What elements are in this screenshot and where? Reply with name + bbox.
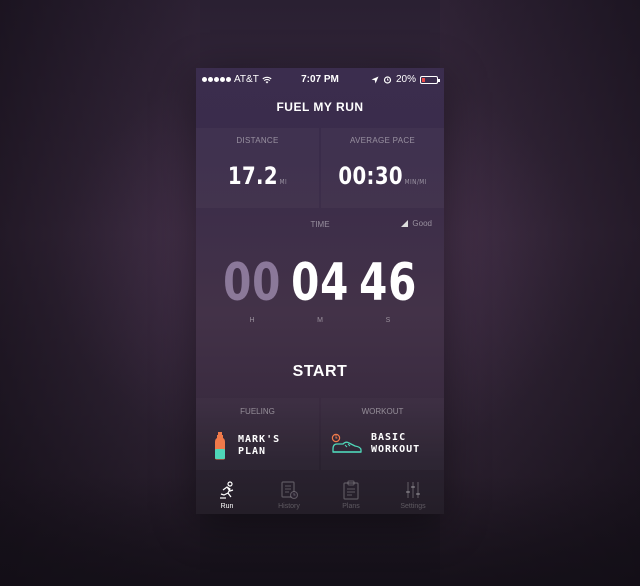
tab-bar: Run History Plans Settings — [196, 472, 444, 514]
fueling-plan-line2: PLAN — [238, 446, 267, 457]
gps-signal-status: Good — [412, 219, 432, 228]
battery-fill — [422, 77, 425, 82]
tab-history-label: History — [278, 503, 300, 510]
fueling-label: FUELING — [240, 407, 275, 416]
workout-label: WORKOUT — [361, 407, 404, 416]
battery-percent: 20% — [395, 74, 416, 85]
pace-value: 00:30 — [338, 162, 404, 190]
timer-minutes: 04 M — [290, 253, 350, 324]
timer-hours-letter: H — [249, 317, 255, 324]
distance-value: 17.2 — [227, 162, 279, 190]
clipboard-icon — [343, 480, 359, 500]
timer-seconds: 46 S — [358, 253, 418, 324]
fueling-plan-title: MARK'S PLAN — [238, 434, 280, 458]
fueling-panel[interactable]: FUELING MARK'S PLAN — [196, 398, 319, 470]
tab-settings-label: Settings — [400, 503, 426, 510]
tab-plans[interactable]: Plans — [320, 472, 382, 514]
app-title: FUEL MY RUN — [276, 100, 364, 114]
distance-unit: MI — [279, 178, 288, 186]
status-right: 20% — [371, 74, 440, 85]
timer-hours: 00 H — [222, 253, 282, 324]
tab-history[interactable]: History — [258, 472, 320, 514]
pace-label: AVERAGE PACE — [349, 136, 416, 145]
battery-icon — [420, 75, 440, 84]
timer-minutes-letter: M — [317, 317, 323, 324]
elapsed-timer: 00 H 04 M 46 S — [196, 255, 444, 324]
alarm-icon — [383, 76, 392, 84]
fueling-plan-line1: MARK'S — [238, 434, 281, 445]
distance-label: DISTANCE — [236, 136, 279, 145]
location-arrow-icon — [371, 76, 379, 83]
workout-line2: WORKOUT — [371, 444, 421, 455]
tab-run-label: Run — [220, 503, 234, 510]
shoe-icon — [331, 433, 362, 453]
workout-title: BASIC WORKOUT — [371, 432, 420, 456]
tab-settings[interactable]: Settings — [382, 472, 444, 514]
bottle-icon — [215, 432, 225, 460]
tab-run[interactable]: Run — [196, 472, 258, 514]
timer-seconds-letter: S — [385, 317, 391, 324]
status-bar: AT&T 7:07 PM 20% — [196, 68, 444, 90]
workout-content: BASIC WORKOUT — [331, 432, 420, 456]
timer-minutes-value: 04 — [290, 253, 350, 313]
runner-icon — [220, 481, 234, 499]
pace-value-wrap: 00:30 MIN/MI — [332, 162, 433, 190]
phone-screen: AT&T 7:07 PM 20% FUEL MY RUN DISTANCE 17… — [196, 68, 444, 514]
tab-plans-label: Plans — [342, 503, 360, 510]
pace-unit: MIN/MI — [404, 178, 427, 186]
fueling-content: MARK'S PLAN — [214, 432, 280, 460]
workout-line1: BASIC — [371, 432, 407, 443]
gps-signal-icon — [401, 220, 409, 227]
gps-signal-indicator: Good — [401, 219, 432, 228]
start-button[interactable]: START — [196, 355, 444, 389]
distance-panel: DISTANCE 17.2 MI — [196, 128, 319, 208]
distance-value-wrap: 17.2 MI — [207, 162, 308, 190]
timer-hours-value: 00 — [222, 253, 282, 313]
workout-panel[interactable]: WORKOUT BASIC WORKOUT — [321, 398, 444, 470]
timer-seconds-value: 46 — [358, 253, 418, 313]
pace-panel: AVERAGE PACE 00:30 MIN/MI — [321, 128, 444, 208]
history-icon — [281, 481, 299, 500]
sliders-icon — [406, 482, 420, 498]
